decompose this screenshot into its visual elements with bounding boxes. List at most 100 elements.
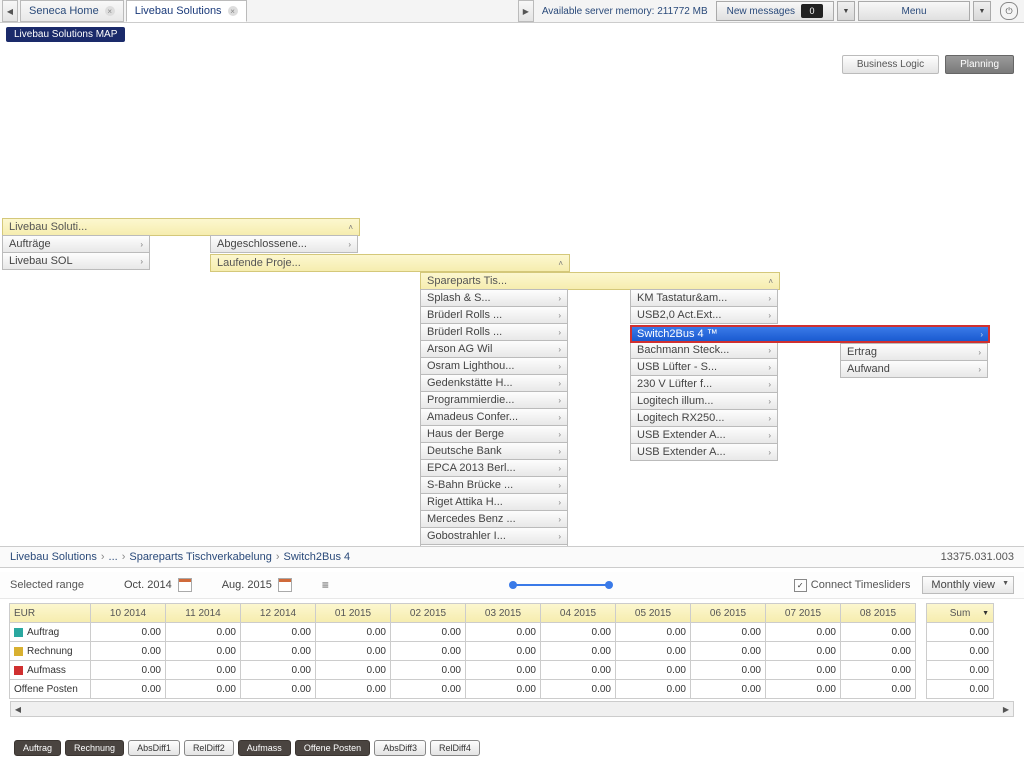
chevron-up-icon: ˄ — [348, 223, 353, 232]
series-pill[interactable]: AbsDiff1 — [128, 740, 180, 756]
tab-prev[interactable]: ◀ — [2, 0, 18, 22]
calendar-icon[interactable] — [278, 578, 292, 592]
chevron-right-icon: › — [768, 397, 771, 406]
cascade-item[interactable]: Haus der Berge› — [420, 425, 568, 443]
series-pill[interactable]: Auftrag — [14, 740, 61, 756]
breadcrumb-part[interactable]: Spareparts Tischverkabelung — [129, 551, 271, 563]
series-pill[interactable]: Rechnung — [65, 740, 124, 756]
cell: 0.00 — [390, 660, 466, 680]
power-icon[interactable]: ⏻ — [1000, 2, 1018, 20]
cascade-header-2[interactable]: Laufende Proje...˄ — [210, 254, 570, 272]
chevron-right-icon: › — [558, 345, 561, 354]
cell: 0.00 — [615, 641, 691, 661]
calendar-icon[interactable] — [178, 578, 192, 592]
chevron-right-icon: › — [980, 330, 983, 339]
message-count-badge: 0 — [801, 4, 823, 18]
month-header: 05 2015 — [615, 603, 691, 623]
tab-livebau-solutions[interactable]: Livebau Solutions × — [126, 0, 247, 22]
series-pill[interactable]: AbsDiff3 — [374, 740, 426, 756]
cascade-item[interactable]: Brüderl Rolls ...› — [420, 323, 568, 341]
cascade-item[interactable]: Programmierdie...› — [420, 391, 568, 409]
cell: 0.00 — [615, 622, 691, 642]
cascade-item[interactable]: Livebau SOL› — [2, 252, 150, 270]
cascade-item[interactable]: Arson AG Wil› — [420, 340, 568, 358]
cascade-item[interactable]: Logitech RX250...› — [630, 409, 778, 427]
table-row: Auftrag0.000.000.000.000.000.000.000.000… — [10, 623, 1014, 642]
cascade-item[interactable]: Gedenkstätte H...› — [420, 374, 568, 392]
cascade-item[interactable]: EPCA 2013 Berl...› — [420, 459, 568, 477]
view-select[interactable]: Monthly view — [922, 576, 1014, 594]
month-header: 07 2015 — [765, 603, 841, 623]
cascade-item[interactable]: 230 V Lüfter f...› — [630, 375, 778, 393]
cascade-item[interactable]: Splash & S...› — [420, 289, 568, 307]
month-header: 04 2015 — [540, 603, 616, 623]
cell: 0.00 — [90, 660, 166, 680]
chevron-right-icon: › — [348, 240, 351, 249]
horizontal-scrollbar[interactable]: ◀▶ — [10, 701, 1014, 717]
cascade-item[interactable]: Ertrag› — [840, 343, 988, 361]
cascade-item[interactable]: USB Extender A...› — [630, 443, 778, 461]
range-row: Selected range Oct. 2014 Aug. 2015 ≡ ✓ C… — [0, 572, 1024, 599]
timeslider[interactable] — [329, 584, 794, 586]
cascade-item[interactable]: S-Bahn Brücke ...› — [420, 476, 568, 494]
close-icon[interactable]: × — [228, 6, 238, 16]
cascade-item[interactable]: Aufträge› — [2, 235, 150, 253]
new-messages-button[interactable]: New messages 0 — [716, 1, 834, 21]
currency-header: EUR — [9, 603, 91, 623]
cell: 0.00 — [615, 660, 691, 680]
cell: 0.00 — [465, 679, 541, 699]
messages-dropdown[interactable]: ▼ — [837, 1, 855, 21]
cell: 0.00 — [765, 622, 841, 642]
cascade-item[interactable]: Switch2Bus 4 ™› — [630, 325, 990, 343]
sum-cell: 0.00 — [926, 622, 994, 642]
planning-button[interactable]: Planning — [945, 55, 1014, 74]
row-label: Offene Posten — [9, 679, 91, 699]
cell: 0.00 — [465, 641, 541, 661]
range-to: Aug. 2015 — [222, 579, 272, 591]
cascade-item[interactable]: USB Lüfter - S...› — [630, 358, 778, 376]
cascade-item[interactable]: Deutsche Bank› — [420, 442, 568, 460]
cell: 0.00 — [540, 622, 616, 642]
cascade-item[interactable]: Osram Lighthou...› — [420, 357, 568, 375]
cascade-item[interactable]: Aufwand› — [840, 360, 988, 378]
cascade-item[interactable]: Amadeus Confer...› — [420, 408, 568, 426]
close-icon[interactable]: × — [105, 6, 115, 16]
cascade-item[interactable]: Riget Attika H...› — [420, 493, 568, 511]
cascade-item[interactable]: Brüderl Rolls ...› — [420, 306, 568, 324]
sum-header[interactable]: Sum▼ — [926, 603, 994, 623]
menu-button[interactable]: Menu — [858, 1, 970, 21]
series-pill[interactable]: Aufmass — [238, 740, 291, 756]
menu-dropdown[interactable]: ▼ — [973, 1, 991, 21]
chevron-up-icon: ˄ — [768, 277, 773, 286]
cascade-item[interactable]: Logitech illum...› — [630, 392, 778, 410]
tab-next[interactable]: ▶ — [518, 0, 534, 22]
breadcrumb-code: 13375.031.003 — [941, 551, 1014, 563]
chevron-right-icon: › — [558, 294, 561, 303]
connect-checkbox[interactable]: ✓ — [794, 579, 807, 592]
cell: 0.00 — [765, 660, 841, 680]
cascade-item[interactable]: Bachmann Steck...› — [630, 341, 778, 359]
cascade-item[interactable]: USB2,0 Act.Ext...› — [630, 306, 778, 324]
cascade-item[interactable]: Mercedes Benz ...› — [420, 510, 568, 528]
cell: 0.00 — [90, 641, 166, 661]
cascade-item[interactable]: USB Extender A...› — [630, 426, 778, 444]
series-pill[interactable]: Offene Posten — [295, 740, 370, 756]
cell: 0.00 — [465, 622, 541, 642]
tab-seneca-home[interactable]: Seneca Home × — [20, 0, 124, 22]
row-label: Auftrag — [9, 622, 91, 642]
action-buttons: Business Logic Planning — [842, 55, 1014, 74]
cascade-header-1[interactable]: Livebau Soluti...˄ — [2, 218, 360, 236]
cascade-item[interactable]: Abgeschlossene...› — [210, 235, 358, 253]
breadcrumb-part[interactable]: Livebau Solutions — [10, 551, 97, 563]
series-pill[interactable]: RelDiff2 — [184, 740, 234, 756]
chevron-right-icon: › — [558, 464, 561, 473]
business-logic-button[interactable]: Business Logic — [842, 55, 939, 74]
cascade-item[interactable]: KM Tastatur&am...› — [630, 289, 778, 307]
series-pill[interactable]: RelDiff4 — [430, 740, 480, 756]
breadcrumb-part[interactable]: ... — [109, 551, 118, 563]
list-icon[interactable]: ≡ — [322, 578, 329, 592]
cell: 0.00 — [690, 641, 766, 661]
cascade-header-3[interactable]: Spareparts Tis...˄ — [420, 272, 780, 290]
cascade-item[interactable]: Gobostrahler I...› — [420, 527, 568, 545]
map-badge[interactable]: Livebau Solutions MAP — [6, 27, 125, 42]
